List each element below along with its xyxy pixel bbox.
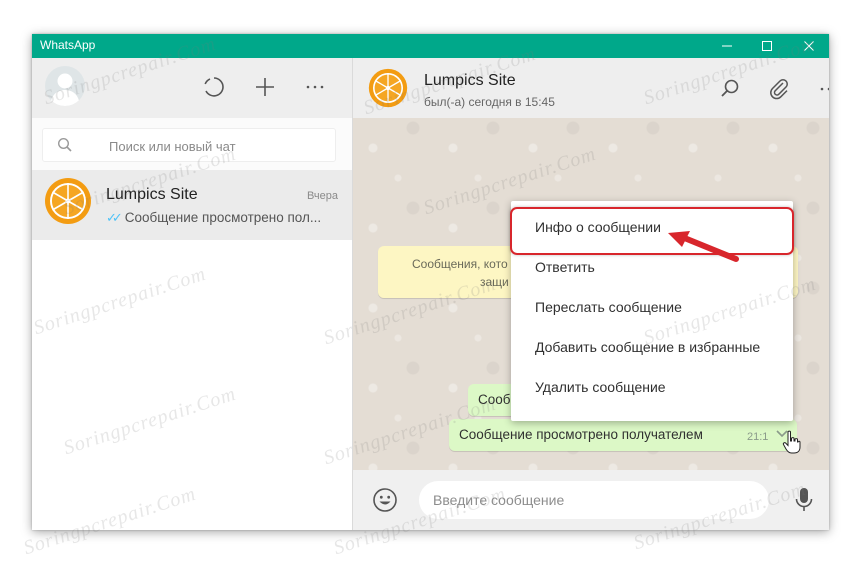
search-input[interactable]: [107, 135, 321, 157]
more-icon: [306, 85, 324, 89]
message-bubble-selected[interactable]: Сообщение просмотрено получателем 21:1: [449, 419, 797, 451]
chat-last-message: ✓✓ Сообщение просмотрено пол...: [106, 210, 342, 226]
maximize-icon: [762, 41, 772, 51]
menu-item-forward[interactable]: Переслать сообщение: [511, 289, 793, 325]
conversation-header[interactable]: Lumpics Site был(-а) сегодня в 15:45: [353, 58, 829, 118]
maximize-button[interactable]: [750, 34, 784, 58]
highlight-box: [510, 207, 794, 255]
status-button[interactable]: [201, 74, 227, 100]
minimize-icon: [722, 45, 732, 47]
menu-item-label: Ответить: [535, 259, 595, 275]
default-user-icon: [50, 73, 80, 106]
search-icon: [57, 137, 72, 152]
chat-last-message-text: Сообщение просмотрено пол...: [124, 210, 322, 225]
close-icon: [804, 41, 814, 51]
message-time: 21:1: [747, 431, 769, 443]
search-box[interactable]: [42, 128, 336, 162]
menu-item-label: Добавить сообщение в избранные: [535, 339, 761, 355]
left-menu-button[interactable]: [302, 74, 328, 100]
new-chat-button[interactable]: [252, 74, 278, 100]
menu-item-label: Переслать сообщение: [535, 299, 682, 315]
search-messages-button[interactable]: [717, 76, 743, 102]
composer: [353, 470, 829, 530]
status-icon: [204, 77, 224, 97]
annotation-arrow-icon: [668, 231, 739, 262]
read-ticks-icon: ✓✓: [106, 210, 123, 225]
search-icon: [721, 79, 739, 97]
title-bar: WhatsApp: [32, 34, 829, 58]
profile-avatar[interactable]: [45, 66, 85, 106]
paperclip-icon: [770, 79, 788, 100]
contact-avatar-icon: [368, 68, 408, 108]
minimize-button[interactable]: [710, 34, 744, 58]
emoji-icon[interactable]: [372, 487, 398, 513]
chat-list-item[interactable]: Lumpics Site Вчера ✓✓ Сообщение просмотре…: [32, 170, 352, 240]
more-icon: [820, 87, 829, 91]
menu-item-delete[interactable]: Удалить сообщение: [511, 369, 793, 405]
hand-cursor-icon: [782, 430, 801, 454]
orange-avatar-icon: [45, 178, 91, 224]
menu-item-star[interactable]: Добавить сообщение в избранные: [511, 329, 793, 365]
contact-status: был(-а) сегодня в 15:45: [424, 95, 555, 109]
message-text: Сооб: [478, 392, 511, 407]
whatsapp-window: WhatsApp Поиск или новый чат Lumpics Sit…: [32, 34, 829, 530]
microphone-icon[interactable]: [793, 486, 815, 514]
app-title: WhatsApp: [40, 38, 96, 52]
plus-icon: [256, 78, 274, 96]
conversation-menu-button[interactable]: [816, 76, 829, 102]
message-input[interactable]: [419, 481, 769, 519]
menu-item-label: Удалить сообщение: [535, 379, 666, 395]
left-header: [32, 58, 352, 118]
contact-name: Lumpics Site: [424, 72, 516, 89]
chat-time: Вчера: [306, 190, 338, 202]
message-text: Сообщение просмотрено получателем: [459, 427, 703, 442]
search-area: [32, 118, 352, 170]
encryption-notice-line1: Сообщения, кото: [412, 257, 508, 271]
chat-name: Lumpics Site: [106, 186, 198, 203]
close-button[interactable]: [792, 34, 826, 58]
attach-button[interactable]: [766, 76, 792, 102]
